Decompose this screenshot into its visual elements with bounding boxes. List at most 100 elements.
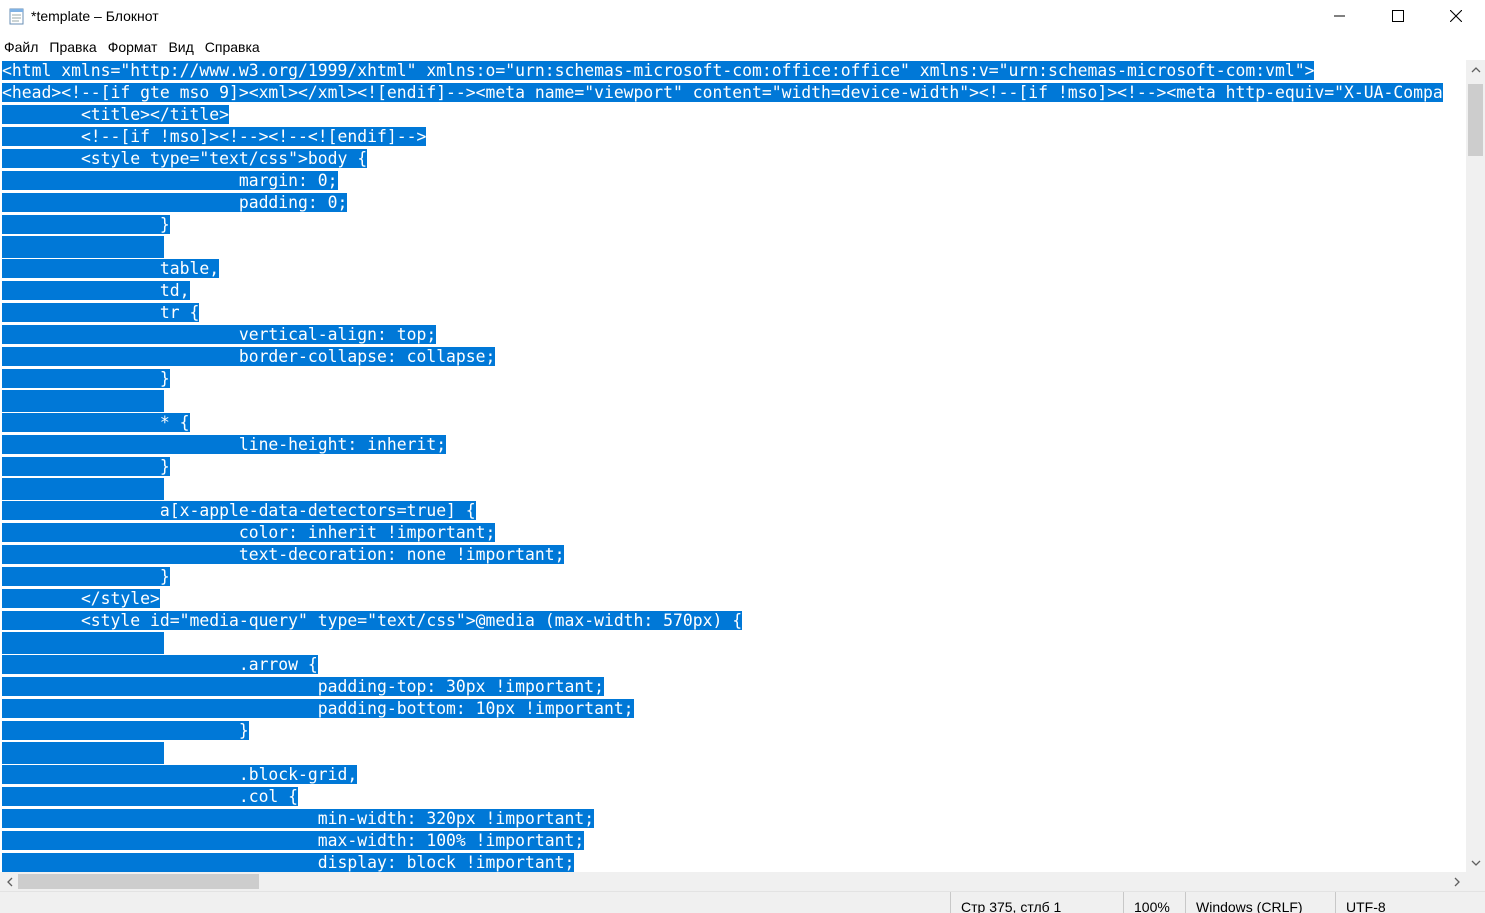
code-line: border-collapse: collapse; <box>2 346 496 368</box>
selected-text: } <box>2 721 249 740</box>
selected-text: } <box>2 369 170 388</box>
selected-text: table, <box>2 259 220 278</box>
code-line: .col { <box>2 786 299 808</box>
status-bar: Стр 375, стлб 1 100% Windows (CRLF) UTF-… <box>0 891 1485 913</box>
minimize-button[interactable] <box>1311 0 1369 32</box>
horizontal-scroll-thumb[interactable] <box>18 874 259 889</box>
selected-text: <style type="text/css">body { <box>2 149 368 168</box>
vertical-scrollbar[interactable] <box>1466 60 1485 872</box>
maximize-button[interactable] <box>1369 0 1427 32</box>
horizontal-scrollbar[interactable] <box>0 872 1466 891</box>
code-line: min-width: 320px !important; <box>2 808 595 830</box>
selected-text: </style> <box>2 589 160 608</box>
selected-text: vertical-align: top; <box>2 325 437 344</box>
selected-text: border-collapse: collapse; <box>2 347 496 366</box>
window-title: *template – Блокнот <box>31 8 159 24</box>
scroll-left-button[interactable] <box>0 872 19 891</box>
chevron-down-icon <box>1471 860 1480 866</box>
chevron-right-icon <box>1454 877 1460 886</box>
chevron-left-icon <box>6 877 12 886</box>
menu-help[interactable]: Справка <box>201 36 267 58</box>
code-line <box>2 478 164 500</box>
selected-text: padding-top: 30px !important; <box>2 677 604 696</box>
zoom-level: 100% <box>1123 892 1185 913</box>
code-line: <html xmlns="http://www.w3.org/1999/xhtm… <box>2 60 1315 82</box>
selected-text: min-width: 320px !important; <box>2 809 595 828</box>
code-line: } <box>2 720 249 742</box>
selected-text: } <box>2 215 170 234</box>
selected-text: * { <box>2 413 190 432</box>
code-line: } <box>2 368 170 390</box>
selected-text <box>2 390 164 412</box>
code-line: } <box>2 214 170 236</box>
selected-text: .arrow { <box>2 655 318 674</box>
code-line: * { <box>2 412 190 434</box>
cursor-position: Стр 375, стлб 1 <box>950 892 1123 913</box>
selected-text: <style id="media-query" type="text/css">… <box>2 611 743 630</box>
maximize-icon <box>1392 10 1404 22</box>
selected-text: td, <box>2 281 190 300</box>
selected-text: } <box>2 567 170 586</box>
code-line <box>2 632 164 654</box>
code-line <box>2 236 164 258</box>
vertical-scroll-thumb[interactable] <box>1468 84 1483 156</box>
selected-text: line-height: inherit; <box>2 435 447 454</box>
selected-text: color: inherit !important; <box>2 523 496 542</box>
menu-format[interactable]: Формат <box>104 36 165 58</box>
selected-text: <head><!--[if gte mso 9]><xml></xml><![e… <box>2 83 1443 102</box>
selected-text: <!--[if !mso]><!--><!--<![endif]--> <box>2 127 427 146</box>
encoding: UTF-8 <box>1335 892 1465 913</box>
selected-text <box>2 632 164 654</box>
selected-text: padding: 0; <box>2 193 348 212</box>
selected-text: .block-grid, <box>2 765 358 784</box>
selected-text: a[x-apple-data-detectors=true] { <box>2 501 476 520</box>
menu-file[interactable]: Файл <box>0 36 45 58</box>
selected-text: } <box>2 457 170 476</box>
selected-text: tr { <box>2 303 200 322</box>
code-line: padding: 0; <box>2 192 348 214</box>
code-line: } <box>2 456 170 478</box>
code-line: </style> <box>2 588 160 610</box>
code-line <box>2 390 164 412</box>
selected-text <box>2 236 164 258</box>
scroll-down-button[interactable] <box>1466 853 1485 872</box>
menu-edit[interactable]: Правка <box>45 36 103 58</box>
selected-text: .col { <box>2 787 299 806</box>
code-line: <style id="media-query" type="text/css">… <box>2 610 743 632</box>
code-line: display: block !important; <box>2 852 575 872</box>
selected-text: text-decoration: none !important; <box>2 545 565 564</box>
code-line: .block-grid, <box>2 764 358 786</box>
scrollbar-corner <box>1466 872 1485 891</box>
code-line: .arrow { <box>2 654 318 676</box>
chevron-up-icon <box>1471 66 1480 72</box>
code-line <box>2 742 164 764</box>
scroll-up-button[interactable] <box>1466 60 1485 79</box>
menu-view[interactable]: Вид <box>164 36 200 58</box>
code-line: table, <box>2 258 220 280</box>
text-editor[interactable]: <html xmlns="http://www.w3.org/1999/xhtm… <box>0 60 1466 872</box>
code-line: tr { <box>2 302 200 324</box>
scroll-right-button[interactable] <box>1447 872 1466 891</box>
code-line: <title></title> <box>2 104 229 126</box>
minimize-icon <box>1334 15 1345 17</box>
selected-text: display: block !important; <box>2 853 575 872</box>
code-line: padding-top: 30px !important; <box>2 676 604 698</box>
selected-text: margin: 0; <box>2 171 338 190</box>
code-line: } <box>2 566 170 588</box>
selected-text <box>2 478 164 500</box>
notepad-icon <box>8 7 26 25</box>
close-icon <box>1450 10 1462 22</box>
line-endings: Windows (CRLF) <box>1185 892 1335 913</box>
code-line: margin: 0; <box>2 170 338 192</box>
title-bar: *template – Блокнот <box>0 0 1485 34</box>
selected-text <box>2 742 164 764</box>
code-line: vertical-align: top; <box>2 324 437 346</box>
code-line: <head><!--[if gte mso 9]><xml></xml><![e… <box>2 82 1443 104</box>
close-button[interactable] <box>1427 0 1485 32</box>
code-line: max-width: 100% !important; <box>2 830 585 852</box>
selected-text: <title></title> <box>2 105 229 124</box>
code-line: padding-bottom: 10px !important; <box>2 698 634 720</box>
selected-text: <html xmlns="http://www.w3.org/1999/xhtm… <box>2 61 1315 80</box>
menu-bar: Файл Правка Формат Вид Справка <box>0 36 267 58</box>
code-line: color: inherit !important; <box>2 522 496 544</box>
